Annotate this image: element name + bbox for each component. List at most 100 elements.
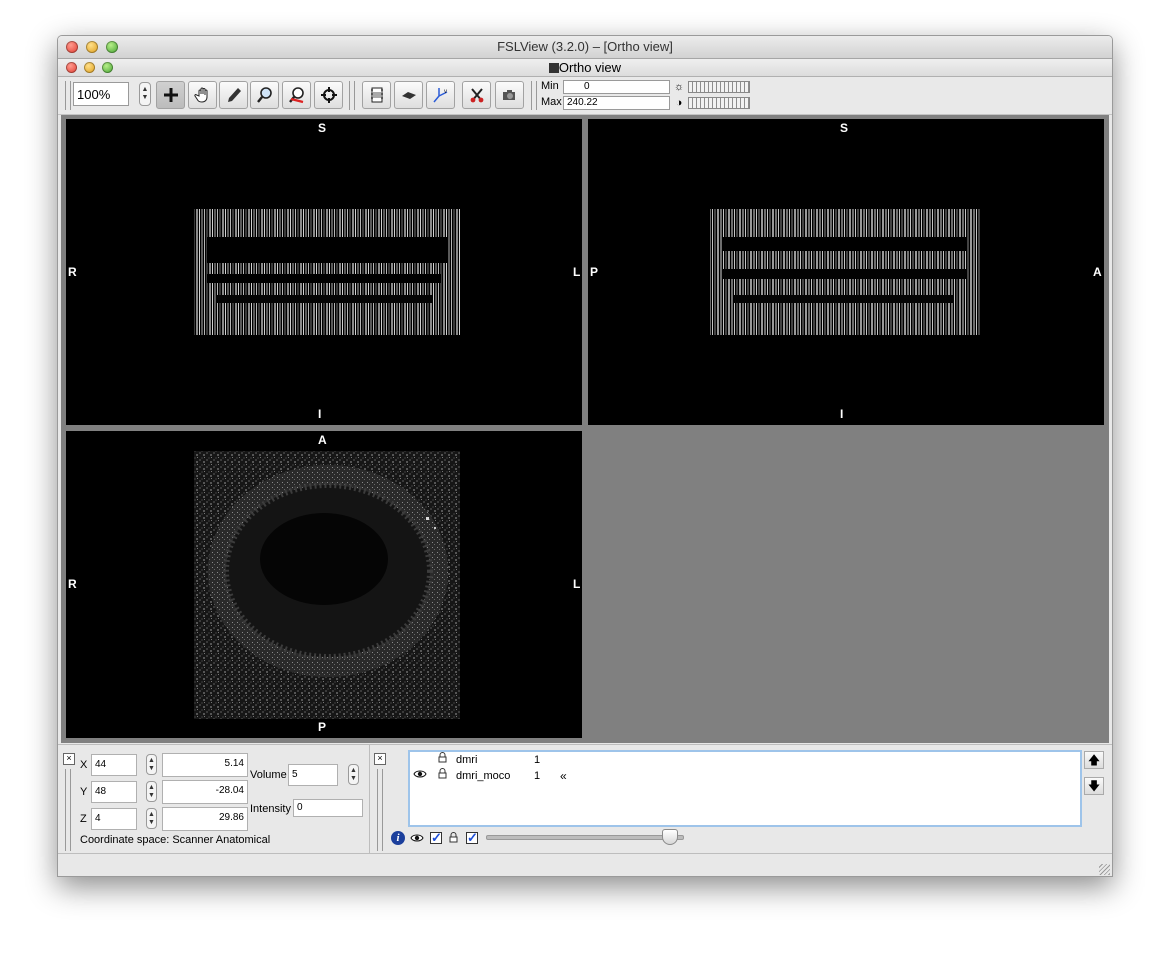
layer-name: dmri: [456, 754, 478, 766]
z-voxel-input[interactable]: 4: [91, 808, 137, 830]
cursor-cross-icon[interactable]: [156, 81, 185, 109]
layer-row[interactable]: dmri 1: [410, 752, 1080, 768]
contrast-icon: ◑: [675, 97, 683, 109]
min-label: Min: [541, 80, 559, 92]
minimize-subwindow-icon[interactable]: [84, 62, 95, 73]
layer-up-button[interactable]: 🡅: [1084, 751, 1104, 769]
eye-visible-icon[interactable]: [410, 832, 424, 847]
orientation-label-bottom: I: [318, 407, 322, 421]
x-voxel-input[interactable]: 44: [91, 754, 137, 776]
brightness-slider[interactable]: [688, 81, 750, 93]
opacity-slider-thumb[interactable]: [662, 829, 678, 845]
coronal-view[interactable]: S I R L: [66, 119, 582, 425]
svg-text:v: v: [444, 89, 447, 95]
zoom-out-icon[interactable]: [282, 81, 311, 109]
current-layer-icon: «: [560, 769, 567, 783]
orientation-label-left: R: [68, 265, 77, 279]
orientation-label-left: R: [68, 577, 77, 591]
window-title: FSLView (3.2.0) – [Ortho view]: [497, 39, 673, 54]
hand-pan-icon[interactable]: [188, 81, 217, 109]
main-window: FSLView (3.2.0) – [Ortho view] Ortho vie…: [57, 35, 1113, 877]
minimize-window-icon[interactable]: [86, 41, 98, 53]
bottom-panels: × X 44 ▲ ▼ 5.14 Y 48 ▲ ▼ -28.04 Z 4 ▲ ▼ 29.…: [58, 744, 1112, 853]
z-label: Z: [80, 813, 87, 825]
toolbar-grip[interactable]: [349, 81, 355, 110]
zoom-window-icon[interactable]: [106, 41, 118, 53]
orientation-label-right: A: [1093, 265, 1102, 279]
swap-views-icon[interactable]: [394, 81, 423, 109]
min-input[interactable]: 0: [563, 80, 670, 94]
layer-row-selected[interactable]: dmri_moco 1 «: [410, 768, 1080, 784]
axis-orient-icon[interactable]: v: [426, 81, 455, 109]
coordinate-space-text: Coordinate space: Scanner Anatomical: [80, 834, 271, 846]
lock-icon[interactable]: [438, 752, 447, 768]
volume-input[interactable]: 5: [288, 764, 338, 786]
magnifier-icon[interactable]: [250, 81, 279, 109]
intensity-label: Intensity: [250, 803, 291, 815]
ortho-view-area: S I R L S I P A A P R L: [61, 115, 1109, 743]
zoom-stepper[interactable]: ▲ ▼: [139, 82, 151, 106]
resize-grip-icon[interactable]: [1099, 864, 1110, 875]
volume-label: Volume: [250, 769, 287, 781]
orientation-label-top: A: [318, 433, 327, 447]
orientation-label-left: P: [590, 265, 599, 279]
axial-view[interactable]: A P R L: [66, 431, 582, 738]
subwindow-app-icon: [548, 63, 559, 73]
x-world-input[interactable]: 5.14: [162, 753, 248, 777]
z-world-input[interactable]: 29.86: [162, 807, 248, 831]
sagittal-slice-image: [710, 209, 980, 335]
cut-tool-icon[interactable]: [462, 81, 491, 109]
orientation-label-right: L: [573, 265, 581, 279]
subwindow-title: Ortho view: [558, 60, 622, 75]
lock-icon[interactable]: [449, 832, 458, 846]
axial-slice-image: [194, 451, 460, 719]
opacity-slider-track[interactable]: [486, 835, 684, 840]
layer-list[interactable]: dmri 1 dmri_moco 1 «: [408, 750, 1082, 827]
layer-down-button[interactable]: 🡇: [1084, 777, 1104, 795]
close-coords-panel-icon[interactable]: ×: [63, 753, 75, 765]
y-label: Y: [80, 786, 88, 798]
volume-stepper[interactable]: ▲ ▼: [348, 764, 359, 785]
layer-panel-grip[interactable]: [377, 769, 383, 851]
close-subwindow-icon[interactable]: [66, 62, 77, 73]
zoom-input[interactable]: 100%: [73, 82, 129, 106]
window-titlebar[interactable]: FSLView (3.2.0) – [Ortho view]: [58, 36, 1112, 59]
close-window-icon[interactable]: [66, 41, 78, 53]
layer-name: dmri_moco: [456, 770, 511, 782]
y-voxel-input[interactable]: 48: [91, 781, 137, 803]
coronal-slice-image: [194, 209, 460, 335]
layer-value: 1: [534, 770, 541, 782]
visibility-checkbox[interactable]: ✓: [430, 831, 442, 844]
x-stepper[interactable]: ▲ ▼: [146, 754, 157, 775]
y-world-input[interactable]: -28.04: [162, 780, 248, 804]
layer-value: 1: [534, 754, 541, 766]
film-movie-icon[interactable]: [362, 81, 391, 109]
orientation-label-top: S: [840, 121, 849, 135]
coords-panel-grip[interactable]: [65, 769, 71, 851]
contrast-slider[interactable]: [688, 97, 750, 109]
status-bar: [58, 853, 1112, 876]
z-stepper[interactable]: ▲ ▼: [146, 808, 157, 829]
intensity-value: 0: [293, 799, 363, 817]
crosshair-target-icon[interactable]: [314, 81, 343, 109]
subwindow-titlebar[interactable]: Ortho view: [58, 59, 1112, 77]
close-layer-panel-icon[interactable]: ×: [374, 753, 386, 765]
lock-checkbox[interactable]: ✓: [466, 831, 478, 844]
toolbar-grip[interactable]: [65, 81, 71, 110]
pencil-icon[interactable]: [219, 81, 248, 109]
toolbar-grip[interactable]: [531, 81, 537, 110]
zoom-subwindow-icon[interactable]: [102, 62, 113, 73]
orientation-label-right: L: [573, 577, 581, 591]
max-input[interactable]: 240.22: [563, 96, 670, 110]
x-label: X: [80, 759, 88, 771]
info-icon[interactable]: i: [391, 831, 405, 845]
camera-snapshot-icon[interactable]: [495, 81, 524, 109]
sagittal-view[interactable]: S I P A: [588, 119, 1104, 425]
orientation-label-bottom: I: [840, 407, 844, 421]
orientation-label-bottom: P: [318, 720, 327, 734]
y-stepper[interactable]: ▲ ▼: [146, 781, 157, 802]
lock-icon[interactable]: [438, 768, 447, 784]
brightness-icon: ☼: [673, 81, 685, 93]
eye-visible-icon[interactable]: [413, 768, 427, 785]
panel-divider: [369, 745, 370, 853]
